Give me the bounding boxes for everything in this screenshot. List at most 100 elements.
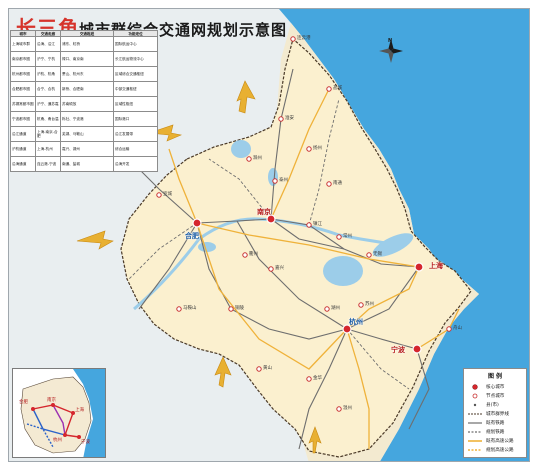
legend-title: 图 例 <box>487 373 503 380</box>
info-table-row: 沿海通道 连云港-宁波 南通、盐城 沿海开发 <box>10 156 158 172</box>
info-table-cell: 连云港-宁波 <box>35 156 61 172</box>
place-label: 无锡 <box>373 252 382 257</box>
info-table-cell: 南通、盐城 <box>60 156 114 172</box>
info-table-row: 南京都市圈 沪宁、宁杭 禄口、南京南 长江航运物流中心 <box>10 51 158 67</box>
info-table-cell: 沿江发展带 <box>113 126 158 142</box>
info-table-cell: 沿海通道 <box>10 156 36 172</box>
info-table-cell: 综合运输 <box>113 141 158 157</box>
place-label: 铜陵 <box>235 306 244 311</box>
legend-item: 城市群界线 <box>467 409 523 418</box>
info-table-cell: 合肥都市圈 <box>10 81 36 97</box>
info-table-cell: 嘉兴、湖州 <box>60 141 114 157</box>
city-label-hefei: 合肥 <box>185 232 199 240</box>
info-table-cell: 中部交通枢纽 <box>113 81 158 97</box>
info-table-cell: 苏南硕放 <box>60 96 114 112</box>
place-label: 黄山 <box>263 366 272 371</box>
info-table-cell: 杭甬、甬台温 <box>35 111 61 127</box>
info-table-cell: 杭州都市圈 <box>10 66 36 82</box>
info-table-cell: 国际航运中心 <box>113 36 158 52</box>
place-label: 扬州 <box>313 146 322 151</box>
info-table-cell: 沪宁、宁杭 <box>35 51 61 67</box>
city-label-hangzhou: 杭州 <box>349 318 363 326</box>
place-label: 镇江 <box>313 222 322 227</box>
info-table-cell: 新桥、合肥南 <box>60 81 114 97</box>
legend-item-label: 县(市) <box>486 402 499 408</box>
info-table-cell: 南京都市圈 <box>10 51 36 67</box>
info-table-cell: 栎社、宁波港 <box>60 111 114 127</box>
existing-highway-icon <box>468 439 482 442</box>
info-table-cell: 上海城市群 <box>10 36 36 52</box>
info-table-cell: 芜湖、马鞍山 <box>60 126 114 142</box>
info-table-cell: 沪宁、通苏嘉 <box>35 96 61 112</box>
place-label: 泰州 <box>279 178 288 183</box>
legend-item: 既有高速公路 <box>467 436 523 445</box>
legend-item-label: 城市群界线 <box>486 411 509 417</box>
chaohu-lake <box>198 242 216 252</box>
planned-highway-icon <box>468 448 482 451</box>
legend-item-label: 节点城市 <box>486 393 505 399</box>
legend-item-label: 规划高速公路 <box>486 447 514 453</box>
info-table-body: 上海城市群 沿海、沿江 浦东、虹桥 国际航运中心 南京都市圈 沪宁、宁杭 禄口、南京南 长江航… <box>10 36 158 172</box>
inset-label-hefei: 合肥 <box>19 400 28 405</box>
info-table-cell: 沿海开发 <box>113 156 158 172</box>
compass-north-label: N <box>388 38 393 44</box>
inset-label-shanghai: 上海 <box>75 408 84 413</box>
info-table-cell: 沪杭通道 <box>10 141 36 157</box>
taihu-lake <box>323 256 363 286</box>
legend-rows: 核心城市 节点城市 县(市) 城市群界线 既有铁路 规划铁路 既有高速公路 规划高速公路 <box>467 382 523 454</box>
info-table-cell: 沪杭、杭甬 <box>35 66 61 82</box>
info-table-cell: 上海-南京-合肥 <box>35 126 61 142</box>
county-icon <box>473 403 477 406</box>
info-table-row: 沪杭通道 上海-杭州 嘉兴、湖州 综合运输 <box>10 141 158 157</box>
hongze-lake <box>231 140 251 158</box>
info-table-row: 杭州都市圈 沪杭、杭甬 萧山、杭州东 区域综合交通枢纽 <box>10 66 158 82</box>
legend-item-label: 既有高速公路 <box>486 438 514 444</box>
inset-map-graphic <box>13 369 105 457</box>
info-table-row: 苏锡常都市圈 沪宁、通苏嘉 苏南硕放 区域性枢纽 <box>10 96 158 112</box>
info-table-row: 宁波都市圈 杭甬、甬台温 栎社、宁波港 国际港口 <box>10 111 158 127</box>
place-label: 淮安 <box>285 116 294 121</box>
city-label-shanghai: 上海 <box>429 262 443 270</box>
info-table-cell: 萧山、杭州东 <box>60 66 114 82</box>
info-table-cell: 沿海、沿江 <box>35 36 61 52</box>
legend-item-label: 规划铁路 <box>486 429 505 435</box>
node-city-icon <box>472 393 478 398</box>
info-table-cell: 合宁、合杭 <box>35 81 61 97</box>
legend-item: 县(市) <box>467 400 523 409</box>
place-label: 宣城 <box>163 192 172 197</box>
place-label: 嘉兴 <box>275 266 284 271</box>
info-table-cell: 苏锡常都市圈 <box>10 96 36 112</box>
info-table-cell: 上海-杭州 <box>35 141 61 157</box>
compass: N <box>378 38 404 75</box>
inset-map: 合肥 南京 杭州 上海 宁波 <box>12 368 106 458</box>
existing-rail-icon <box>468 421 482 424</box>
info-table-cell: 禄口、南京南 <box>60 51 114 67</box>
place-label: 常州 <box>343 234 352 239</box>
place-label: 马鞍山 <box>183 306 197 311</box>
place-label: 苏州 <box>365 302 374 307</box>
info-table-cell: 区域性枢纽 <box>113 96 158 112</box>
info-table-cell: 沿江通道 <box>10 126 36 142</box>
info-table-cell: 浦东、虹桥 <box>60 36 114 52</box>
info-table-row: 沿江通道 上海-南京-合肥 芜湖、马鞍山 沿江发展带 <box>10 126 158 142</box>
city-label-ningbo: 宁波 <box>391 346 405 354</box>
inset-label-hangzhou: 杭州 <box>53 438 62 443</box>
legend-item: 节点城市 <box>467 391 523 400</box>
gaoyou-lake <box>268 168 278 186</box>
place-label: 盐城 <box>333 86 342 91</box>
inset-label-ningbo: 宁波 <box>81 440 90 445</box>
place-label: 连云港 <box>297 36 311 41</box>
info-table-cell: 长江航运物流中心 <box>113 51 158 67</box>
place-label: 舟山 <box>453 326 462 331</box>
place-label: 金华 <box>313 376 322 381</box>
info-table: 城市 交通走廊 交通枢纽 功能定位 上海城市群 沿海、沿江 浦东、虹桥 国际航运中心南… <box>10 30 158 172</box>
info-table-cell: 国际港口 <box>113 111 158 127</box>
info-table-cell: 宁波都市圈 <box>10 111 36 127</box>
map-root: 上海 南京 合肥 杭州 宁波 连云港 盐城 淮安 扬州 泰州 南通 镇江 常州 … <box>0 0 541 469</box>
place-label: 滁州 <box>253 156 262 161</box>
legend-item: 规划高速公路 <box>467 445 523 454</box>
legend-item: 核心城市 <box>467 382 523 391</box>
core-city-icon <box>472 383 478 390</box>
map-legend: 图 例 核心城市 节点城市 县(市) 城市群界线 既有铁路 规划铁路 既有高速公路 规划高速公… <box>463 368 527 458</box>
planned-rail-icon <box>468 430 482 433</box>
